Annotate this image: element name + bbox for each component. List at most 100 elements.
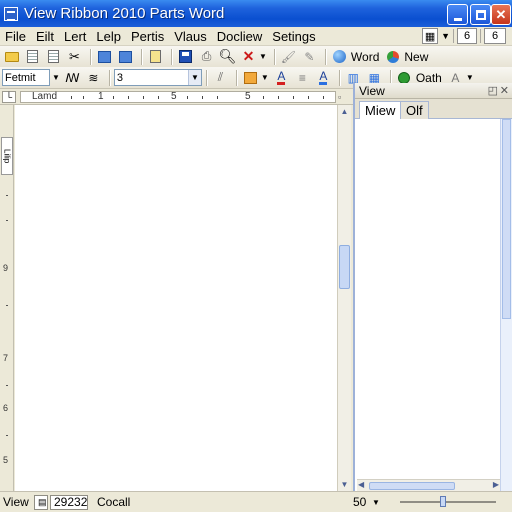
menu-insert[interactable]: Lert bbox=[59, 29, 91, 44]
toolbar-separator bbox=[324, 48, 326, 65]
maximize-button[interactable] bbox=[470, 4, 491, 25]
menu-value-box[interactable]: 6 bbox=[457, 28, 477, 44]
new-doc-button[interactable] bbox=[23, 48, 42, 66]
format-brush-button[interactable]: 🖌︎ bbox=[279, 48, 298, 66]
vruler-number: 6 bbox=[3, 403, 9, 413]
scroll-up-icon[interactable]: ▲ bbox=[338, 105, 351, 118]
layout-button[interactable] bbox=[95, 48, 114, 66]
menu-parts[interactable]: Pertis bbox=[126, 29, 169, 44]
font-color-button[interactable]: A bbox=[272, 69, 291, 87]
zoom-slider-track[interactable] bbox=[400, 501, 496, 503]
toolbar-separator bbox=[273, 48, 275, 65]
char-scale-button[interactable]: ≋ bbox=[84, 69, 103, 87]
scroll-left-icon[interactable]: ◀ bbox=[358, 480, 364, 489]
word-label[interactable]: Word bbox=[351, 50, 379, 64]
paragraph-style-button[interactable]: ≡ bbox=[293, 69, 312, 87]
save-button[interactable] bbox=[176, 48, 195, 66]
char-spacing-button[interactable]: ꟿ bbox=[63, 69, 82, 87]
text-color-button[interactable]: A bbox=[314, 69, 333, 87]
print-button[interactable]: ⎙ bbox=[197, 48, 216, 66]
task-pane-scrollbar[interactable] bbox=[500, 119, 512, 491]
vruler-number: 9 bbox=[3, 263, 9, 273]
menu-bar: File Eilt Lert Lelp Pertis Vlaus Docliew… bbox=[0, 27, 512, 46]
zoom-slider-handle[interactable] bbox=[440, 496, 446, 507]
document-vertical-scrollbar[interactable]: ▲ ▼ bbox=[337, 105, 351, 491]
status-bar: View ▤ 29232 Cocall 50 ▼ bbox=[0, 491, 512, 512]
new-button-icon[interactable] bbox=[383, 48, 402, 66]
ruler-number: 5 bbox=[171, 91, 177, 102]
status-view-label: View bbox=[3, 495, 29, 509]
toolbar-separator bbox=[90, 48, 91, 65]
chevron-down-icon[interactable]: ▼ bbox=[261, 73, 269, 82]
chevron-down-icon[interactable]: ▼ bbox=[466, 73, 474, 82]
font-size-select[interactable]: 3 ▼ bbox=[113, 69, 202, 86]
layout-icon bbox=[98, 50, 111, 63]
scroll-right-icon[interactable]: ▶ bbox=[493, 480, 499, 489]
chevron-down-icon[interactable]: ▼ bbox=[259, 52, 267, 61]
ruler-number: 1 bbox=[98, 91, 104, 102]
zoom-level[interactable]: 50 bbox=[350, 495, 372, 510]
horizontal-ruler: └ Lamd 1 5 5 ▫ bbox=[0, 89, 353, 105]
menu-docview[interactable]: Docliew bbox=[212, 29, 268, 44]
task-pane-tabs: Miew Olf bbox=[355, 99, 512, 120]
pane-close-icon[interactable]: ✕ bbox=[500, 83, 509, 99]
open-button[interactable] bbox=[2, 48, 21, 66]
scroll-down-icon[interactable]: ▼ bbox=[338, 478, 351, 491]
task-pane-header: View ◰ ✕ bbox=[355, 83, 512, 99]
brush-icon: ꟿ bbox=[65, 70, 80, 85]
ruler-track[interactable]: Lamd 1 5 5 bbox=[20, 91, 336, 103]
menu-value-box-2[interactable]: 6 bbox=[484, 28, 506, 44]
tab-selector[interactable]: └ bbox=[2, 91, 16, 103]
menu-edit[interactable]: Eilt bbox=[31, 29, 59, 44]
delete-button[interactable]: ✕ bbox=[239, 48, 258, 66]
chevron-down-icon[interactable]: ▼ bbox=[187, 70, 201, 85]
toolbar-separator bbox=[141, 48, 142, 65]
ruler-right-marker: ▫ bbox=[338, 92, 342, 102]
list-button[interactable] bbox=[44, 48, 63, 66]
word-app-icon bbox=[4, 6, 18, 21]
standard-toolbar: ✂ ⎙ 🔍︎ ✕ ▼ 🖌︎ ✎ Word New bbox=[0, 46, 512, 68]
toolbar-separator bbox=[338, 69, 340, 86]
font-name-select[interactable]: Fetmit bbox=[2, 69, 50, 86]
close-icon: ✕ bbox=[495, 6, 507, 22]
search-button[interactable]: 🔍︎ bbox=[218, 48, 237, 66]
status-page-icon[interactable]: ▤ bbox=[34, 494, 48, 510]
scroll-thumb[interactable] bbox=[502, 119, 511, 319]
red-x-icon: ✕ bbox=[242, 48, 255, 64]
tab-other[interactable]: Olf bbox=[400, 101, 429, 119]
scroll-thumb[interactable] bbox=[369, 482, 455, 490]
menu-views[interactable]: Vlaus bbox=[169, 29, 212, 44]
chevron-down-icon[interactable]: ▼ bbox=[441, 31, 450, 41]
document-canvas[interactable] bbox=[15, 105, 337, 491]
scroll-thumb[interactable] bbox=[339, 245, 350, 289]
pane-menu-icon[interactable]: ◰ bbox=[488, 83, 498, 99]
ruler-label: Lamd bbox=[32, 91, 58, 102]
minimize-button[interactable] bbox=[447, 4, 468, 25]
menu-file[interactable]: File bbox=[0, 29, 31, 44]
cut-button[interactable]: ✂ bbox=[65, 48, 84, 66]
template-icon bbox=[150, 50, 161, 63]
pen-button[interactable]: ✎ bbox=[300, 48, 319, 66]
close-button[interactable]: ✕ bbox=[491, 4, 511, 25]
folder-icon bbox=[4, 51, 19, 62]
menu-help[interactable]: Lelp bbox=[91, 29, 126, 44]
status-number: 29232 bbox=[50, 494, 88, 510]
vruler-number: 5 bbox=[3, 455, 9, 465]
title-bar: View Ribbon 2010 Parts Word ✕ bbox=[0, 0, 512, 27]
style-button[interactable]: ⫽ bbox=[211, 69, 230, 87]
tab-view[interactable]: Miew bbox=[359, 101, 402, 120]
chevron-down-icon[interactable]: ▼ bbox=[372, 498, 380, 507]
paragraph-icon: ≡ bbox=[298, 70, 306, 85]
template-button[interactable] bbox=[146, 48, 165, 66]
menu-settings[interactable]: Setings bbox=[267, 29, 320, 44]
chevron-down-icon[interactable]: ▼ bbox=[52, 73, 60, 82]
highlight-button[interactable] bbox=[241, 69, 260, 87]
task-pane-horizontal-scrollbar[interactable]: ◀ ▶ bbox=[357, 479, 500, 491]
menu-page-icon-box[interactable]: ▦ bbox=[422, 28, 439, 44]
table-icon bbox=[119, 50, 132, 63]
vertical-ruler: Lilip 9 7 6 5 bbox=[0, 105, 14, 491]
new-label[interactable]: New bbox=[404, 50, 428, 64]
table-button[interactable] bbox=[116, 48, 135, 66]
status-spacer bbox=[154, 495, 350, 510]
word-button-icon[interactable] bbox=[330, 48, 349, 66]
